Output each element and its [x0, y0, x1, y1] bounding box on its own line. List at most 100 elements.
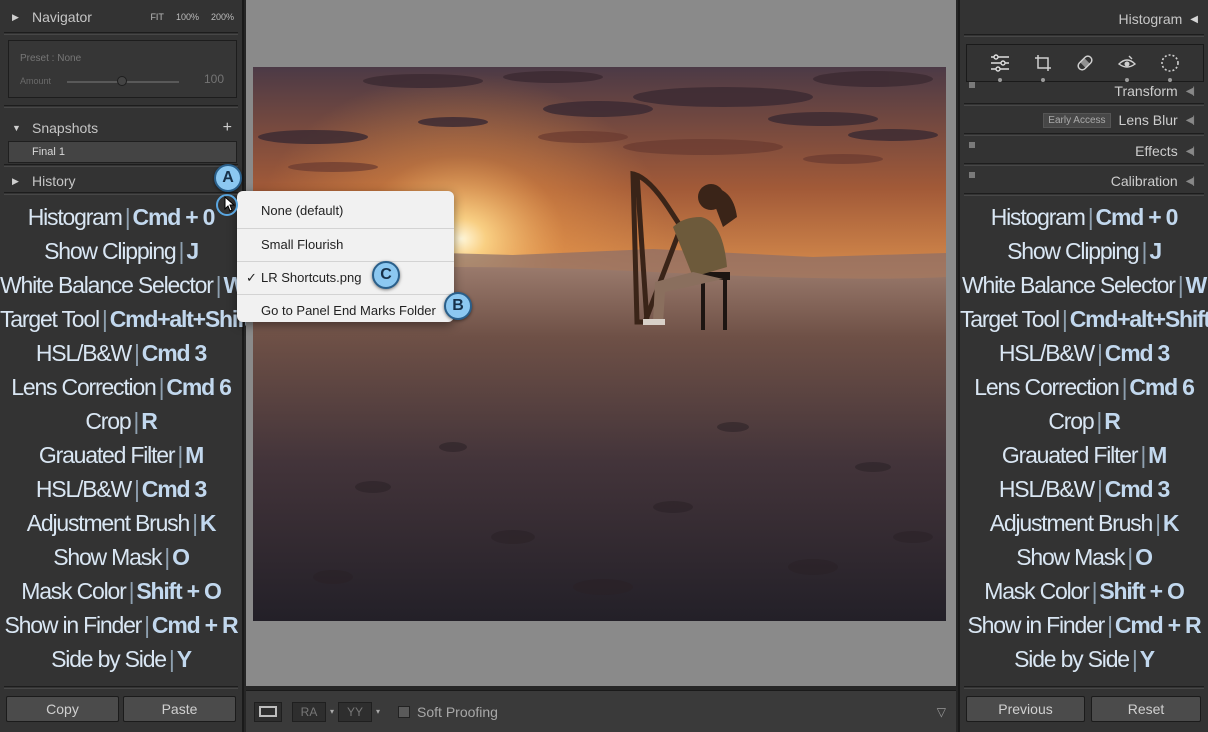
menu-item-label: None (default) [261, 203, 344, 218]
shortcut-separator: | [124, 204, 131, 230]
snapshots-title: Snapshots [32, 120, 99, 136]
shortcut-key: Shift + O [1099, 578, 1185, 604]
shortcut-row: HSL/B&W | Cmd 3 [0, 336, 242, 370]
divider [964, 193, 1204, 196]
shortcut-key: Cmd+alt+Shift [109, 306, 252, 332]
history-header[interactable]: ▶ History [0, 169, 242, 193]
divider [4, 192, 238, 195]
shortcut-key: J [186, 238, 199, 264]
dropdown-arrow-icon[interactable]: ▾ [330, 707, 334, 716]
photo-harpist-sunset[interactable] [253, 67, 946, 621]
zoom-100-option[interactable]: 100% [176, 12, 199, 22]
previous-button[interactable]: Previous [966, 696, 1085, 722]
navigator-header[interactable]: ▶ Navigator FIT 100% 200% [0, 5, 242, 29]
menu-item-label: Small Flourish [261, 237, 344, 252]
snapshot-item[interactable]: Final 1 [8, 141, 237, 163]
soft-proofing-checkbox[interactable] [398, 705, 411, 718]
panel-switch-icon[interactable] [969, 142, 975, 148]
crop-icon[interactable] [1032, 51, 1054, 82]
effects-header[interactable]: Effects ◀| [960, 139, 1208, 163]
mouse-pointer-icon [224, 196, 236, 212]
edit-sliders-icon[interactable] [989, 51, 1011, 82]
menu-item-lr-shortcuts[interactable]: ✓ LR Shortcuts.png [237, 261, 454, 294]
shortcut-separator: | [215, 272, 222, 298]
shortcut-row: Grauated Filter | M [0, 438, 242, 472]
divider [4, 32, 238, 35]
menu-item-small-flourish[interactable]: Small Flourish [237, 228, 454, 261]
menu-item-go-to-folder[interactable]: Go to Panel End Marks Folder [237, 294, 454, 327]
menu-item-label: LR Shortcuts.png [261, 270, 362, 285]
navigator-preset-box: Preset : None Amount 100 [8, 40, 237, 98]
snapshots-header[interactable]: ▼ Snapshots + [0, 116, 242, 140]
shortcut-key: Cmd + R [151, 612, 239, 638]
panel-end-icon: ◀| [1185, 145, 1195, 157]
healing-bandage-icon[interactable] [1074, 51, 1096, 75]
before-after-split-button[interactable]: YY [338, 701, 373, 722]
shortcut-key: M [185, 442, 204, 468]
shortcut-key: Cmd + R [1114, 612, 1202, 638]
callout-badge-c: C [372, 261, 400, 289]
shortcut-label: Show in Finder [4, 612, 143, 638]
calibration-header[interactable]: Calibration ◀| [960, 169, 1208, 193]
expand-triangle-icon[interactable]: ▶ [12, 12, 22, 23]
shortcut-key: Cmd + 0 [132, 204, 216, 230]
shortcut-separator: | [1140, 442, 1146, 468]
panel-switch-icon[interactable] [969, 82, 975, 88]
shortcut-row: Lens Correction | Cmd 6 [0, 370, 242, 404]
zoom-fit-option[interactable]: FIT [150, 12, 164, 22]
shortcut-row: Show Clipping | J [0, 234, 242, 268]
panel-switch-icon[interactable] [969, 172, 975, 178]
shortcut-label: Side by Side [1014, 646, 1130, 672]
shortcut-label: Histogram [990, 204, 1086, 230]
shortcut-label: Show in Finder [967, 612, 1106, 638]
shortcut-key: Shift + O [136, 578, 222, 604]
transform-header[interactable]: Transform ◀| [960, 79, 1208, 103]
panel-end-icon: ◀| [1185, 175, 1195, 187]
amount-slider-thumb[interactable] [117, 76, 127, 86]
red-eye-icon[interactable] [1116, 51, 1138, 82]
reset-button[interactable]: Reset [1091, 696, 1201, 722]
shortcut-row: Lens Correction | Cmd 6 [960, 370, 1208, 404]
shortcut-separator: | [144, 612, 150, 638]
collapse-triangle-icon[interactable]: ▼ [12, 123, 22, 133]
before-after-button[interactable]: RA [292, 701, 326, 722]
shortcut-separator: | [101, 306, 108, 332]
left-panel: ▶ Navigator FIT 100% 200% Preset : None … [0, 0, 251, 732]
shortcut-separator: | [1097, 340, 1103, 366]
lens-blur-title: Lens Blur [1118, 112, 1178, 128]
shortcut-row: HSL/B&W | Cmd 3 [960, 472, 1208, 506]
shortcut-label: Grauated Filter [1001, 442, 1139, 468]
shortcut-key: Cmd 3 [1104, 476, 1171, 502]
right-panel: Histogram ◀ Transform ◀| Early Access Le… [958, 0, 1208, 732]
image-canvas [246, 0, 956, 686]
expand-triangle-icon[interactable]: ▶ [12, 176, 22, 187]
shortcut-key: R [141, 408, 158, 434]
copy-button[interactable]: Copy [6, 696, 119, 722]
shortcut-separator: | [177, 442, 183, 468]
histogram-header[interactable]: Histogram ◀ [960, 7, 1208, 31]
shortcut-separator: | [1155, 510, 1161, 536]
loupe-view-button[interactable] [254, 701, 282, 722]
menu-item-none[interactable]: None (default) [237, 195, 454, 228]
collapse-triangle-icon[interactable]: ◀ [1190, 14, 1198, 25]
shortcut-label: Show Clipping [44, 238, 177, 264]
shortcut-label: Lens Correction [11, 374, 157, 400]
shortcut-row: Target Tool | Cmd+alt+Shift [0, 302, 251, 336]
shortcut-label: Crop [85, 408, 131, 434]
loupe-icon [259, 706, 277, 717]
add-snapshot-icon[interactable]: + [223, 119, 232, 137]
shortcut-row: Side by Side | Y [0, 642, 242, 676]
lens-blur-header[interactable]: Early Access Lens Blur ◀| [960, 108, 1208, 132]
paste-button[interactable]: Paste [123, 696, 236, 722]
toolbar-menu-chevron-icon[interactable]: ▽ [937, 705, 946, 719]
masking-circle-icon[interactable] [1159, 51, 1181, 82]
shortcut-key: Cmd+alt+Shift [1069, 306, 1208, 332]
zoom-200-option[interactable]: 200% [211, 12, 234, 22]
shortcut-key: K [199, 510, 217, 536]
dropdown-arrow-icon[interactable]: ▾ [376, 707, 380, 716]
navigator-title: Navigator [32, 9, 92, 25]
panel-end-icon: ◀| [1185, 114, 1195, 126]
shortcut-separator: | [133, 408, 139, 434]
callout-badge-a: A [214, 164, 242, 192]
shortcut-label: Target Tool [0, 306, 100, 332]
